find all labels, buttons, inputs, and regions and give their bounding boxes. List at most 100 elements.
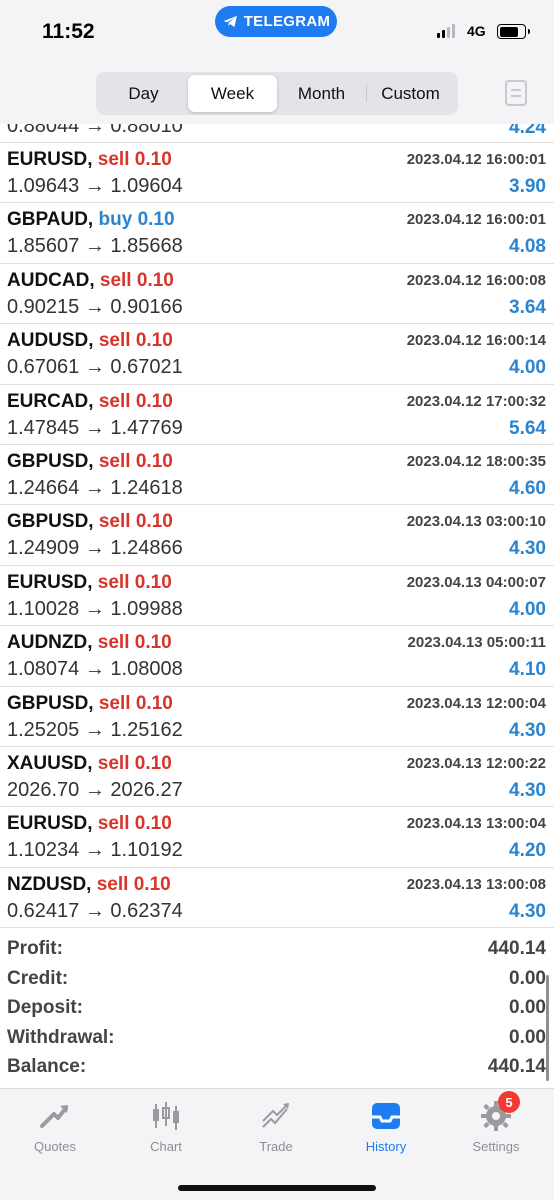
deal-prices: 1.24664 → 1.24618	[7, 476, 183, 499]
deal-title: EURUSD, sell 0.10	[7, 572, 172, 594]
deal-symbol: GBPUSD,	[7, 692, 94, 714]
deal-side: sell	[97, 571, 130, 593]
list-item[interactable]: NZDUSD, sell 0.10 2023.04.13 13:00:08 0.62…	[0, 868, 554, 929]
deal-volume: 0.10	[136, 269, 174, 291]
deal-list[interactable]: 0.88044 → 0.88010 4.24 EURUSD, sell 0.10…	[0, 124, 554, 929]
deal-symbol: NZDUSD,	[7, 873, 92, 895]
deal-title: EURUSD, sell 0.10	[7, 149, 172, 171]
tab-week[interactable]: Week	[188, 75, 277, 112]
deal-time: 2023.04.13 12:00:22	[406, 754, 546, 772]
summary-label: Withdrawal:	[7, 1026, 115, 1048]
summary-value: 440.14	[487, 938, 546, 959]
deal-profit: 4.10	[509, 659, 546, 681]
report-document-icon[interactable]	[505, 80, 527, 106]
gear-icon: 5	[478, 1091, 520, 1133]
bottom-tab-bar: Quotes Chart Trade History 5 Settings	[0, 1088, 554, 1200]
deal-volume: 0.10	[134, 813, 172, 835]
deal-profit: 4.30	[509, 900, 546, 922]
deal-volume: 0.10	[134, 752, 172, 774]
deal-prices: 0.90215 → 0.90166	[7, 295, 183, 318]
list-item[interactable]: EURUSD, sell 0.10 2023.04.13 13:00:04 1.10…	[0, 807, 554, 868]
list-item[interactable]: GBPUSD, sell 0.10 2023.04.13 03:00:10 1.24…	[0, 505, 554, 566]
deal-prices: 1.09643 → 1.09604	[7, 175, 183, 197]
notification-badge: 5	[498, 1091, 520, 1113]
summary-label: Credit:	[7, 967, 69, 989]
tab-quotes[interactable]: Quotes	[0, 1099, 110, 1159]
deal-prices: 1.08074 → 1.08008	[7, 658, 183, 681]
deal-title: GBPUSD, sell 0.10	[7, 511, 173, 533]
deal-side: sell	[97, 813, 130, 835]
list-item[interactable]: EURUSD, sell 0.10 2023.04.12 16:00:01 1.09…	[0, 143, 554, 204]
deal-side: sell	[97, 752, 130, 774]
battery-icon	[497, 24, 530, 39]
deal-side: sell	[97, 632, 130, 654]
deal-title: GBPUSD, sell 0.10	[7, 693, 173, 715]
deal-title: GBPAUD, buy 0.10	[7, 209, 175, 231]
tab-history[interactable]: History	[331, 1099, 441, 1159]
deal-profit: 4.30	[509, 719, 546, 741]
list-item[interactable]: AUDNZD, sell 0.10 2023.04.13 05:00:11 1.08…	[0, 626, 554, 687]
deal-prices: 1.10028 → 1.09988	[7, 597, 183, 620]
tab-day[interactable]: Day	[99, 75, 188, 112]
deal-volume: 0.10	[135, 692, 173, 714]
deal-time: 2023.04.13 13:00:04	[406, 815, 546, 833]
deal-time: 2023.04.12 16:00:14	[406, 332, 546, 350]
deal-time: 2023.04.13 03:00:10	[406, 513, 546, 531]
deal-symbol: EURUSD,	[7, 813, 93, 835]
deal-profit: 4.00	[509, 598, 546, 620]
tab-label: History	[365, 1139, 407, 1154]
summary-value: 440.14	[487, 1056, 546, 1078]
summary-row-credit: Credit: 0.00	[0, 964, 554, 994]
deal-side: buy	[98, 209, 133, 231]
list-item[interactable]: AUDCAD, sell 0.10 2023.04.12 16:00:08 0.90…	[0, 264, 554, 325]
trade-icon	[258, 1099, 294, 1133]
deal-side: sell	[98, 692, 131, 714]
deal-profit: 4.30	[509, 779, 546, 801]
list-item[interactable]: GBPAUD, buy 0.10 2023.04.12 16:00:01 1.856…	[0, 203, 554, 264]
deal-time: 2023.04.12 16:00:01	[406, 211, 546, 229]
deal-volume: 0.10	[135, 511, 173, 533]
summary-row-deposit: Deposit: 0.00	[0, 993, 554, 1023]
list-item[interactable]: GBPUSD, sell 0.10 2023.04.13 12:00:04 1.25…	[0, 687, 554, 747]
period-selector-bar: Day Week Month Custom	[0, 62, 554, 124]
summary-label: Deposit:	[7, 997, 83, 1019]
status-bar: 11:52 TELEGRAM 4G	[0, 0, 554, 62]
list-item[interactable]: GBPUSD, sell 0.10 2023.04.12 18:00:35 1.24…	[0, 445, 554, 506]
summary-value: 0.00	[509, 997, 546, 1019]
tab-label: Trade	[259, 1139, 293, 1154]
deal-title: AUDCAD, sell 0.10	[7, 270, 174, 292]
tab-chart[interactable]: Chart	[111, 1099, 221, 1159]
deal-time: 2023.04.12 16:00:08	[406, 271, 546, 289]
signal-strength-icon	[437, 24, 455, 38]
deal-volume: 0.10	[134, 632, 172, 654]
list-item-partial[interactable]: 0.88044 → 0.88010 4.24	[0, 124, 554, 143]
deal-time: 2023.04.12 17:00:32	[406, 392, 546, 410]
deal-time: 2023.04.13 05:00:11	[407, 634, 546, 652]
tab-settings[interactable]: 5 Settings	[441, 1091, 551, 1159]
tab-label: Quotes	[34, 1139, 76, 1154]
list-item[interactable]: AUDUSD, sell 0.10 2023.04.12 16:00:14 0.67…	[0, 324, 554, 385]
list-item[interactable]: EURUSD, sell 0.10 2023.04.13 04:00:07 1.10…	[0, 566, 554, 627]
tab-month[interactable]: Month	[277, 75, 366, 112]
deal-profit: 4.20	[509, 840, 546, 862]
deal-side: sell	[98, 330, 131, 352]
tab-trade[interactable]: Trade	[221, 1099, 331, 1159]
deal-volume: 0.10	[133, 873, 171, 895]
tab-label: Settings	[472, 1139, 520, 1154]
telegram-plane-icon	[223, 15, 237, 28]
telegram-return-pill[interactable]: TELEGRAM	[215, 6, 337, 37]
list-item[interactable]: EURCAD, sell 0.10 2023.04.12 17:00:32 1.47…	[0, 385, 554, 445]
scroll-indicator[interactable]	[546, 975, 549, 1081]
list-item[interactable]: XAUUSD, sell 0.10 2023.04.13 12:00:22 2026…	[0, 747, 554, 808]
deal-time: 2023.04.13 12:00:04	[406, 694, 546, 712]
deal-time: 2023.04.13 13:00:08	[406, 875, 546, 893]
deal-prices: 2026.70 → 2026.27	[7, 778, 183, 801]
deal-time: 2023.04.12 16:00:01	[406, 151, 546, 168]
tab-custom[interactable]: Custom	[366, 75, 455, 112]
candlestick-chart-icon	[148, 1099, 184, 1133]
deal-side: sell	[98, 450, 131, 472]
home-indicator[interactable]	[178, 1185, 376, 1191]
telegram-pill-label: TELEGRAM	[243, 13, 331, 30]
deal-side: sell	[97, 149, 130, 170]
deal-volume: 0.10	[135, 390, 173, 412]
